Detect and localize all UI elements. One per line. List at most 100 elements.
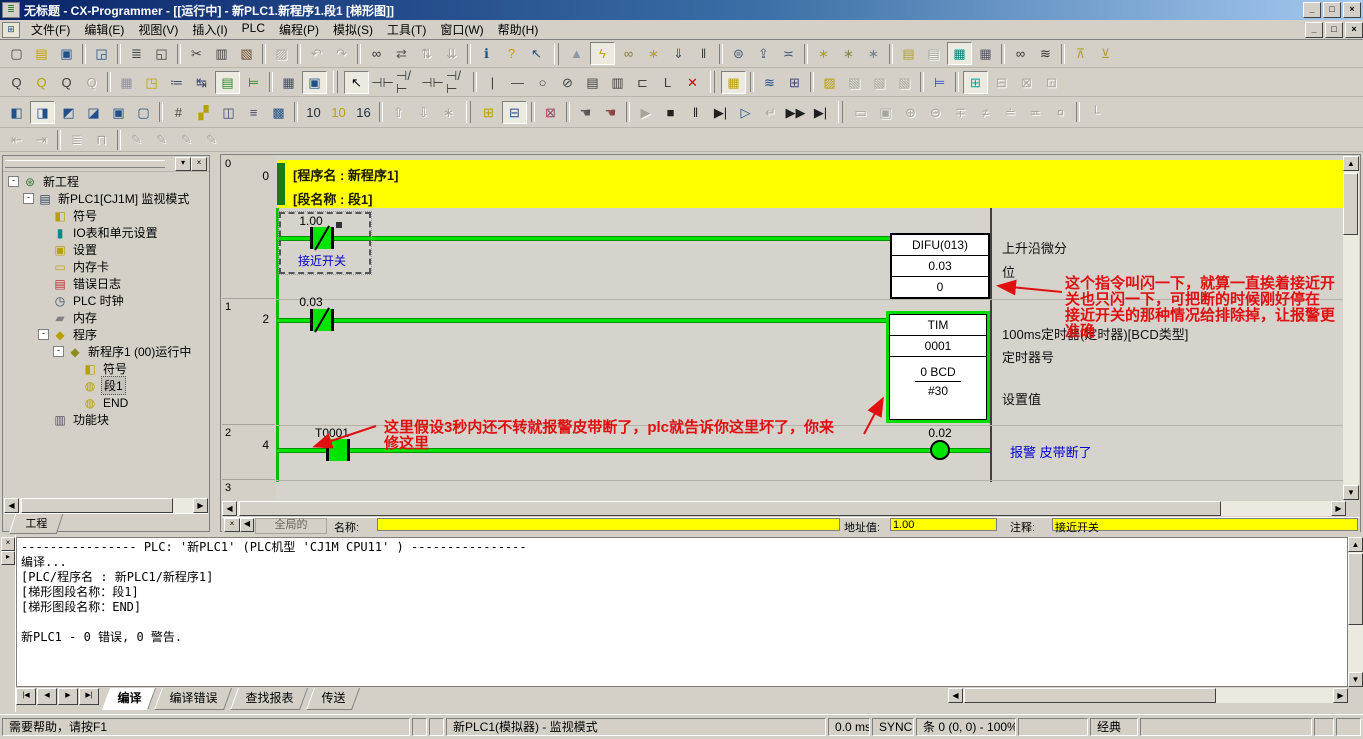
run-to-cursor-button[interactable]: ▷ [734, 102, 757, 123]
new-instruction-button[interactable]: ▤ [581, 72, 604, 93]
new-or-open-contact-button[interactable]: ⊣⊢ [421, 72, 444, 93]
tree-item[interactable]: ▭内存卡 [4, 258, 208, 275]
toggle-io-comment-button[interactable]: ▣ [107, 102, 130, 123]
rung-gutter-cell[interactable]: 1 2 [222, 299, 275, 425]
select-mode-button[interactable]: ↖ [344, 71, 369, 94]
scroll-right-icon[interactable]: ▶ [1333, 688, 1348, 703]
stop-simulation-button[interactable]: ■ [659, 102, 682, 123]
menu-item[interactable]: 编辑(E) [77, 19, 131, 40]
scroll-down-icon[interactable]: ▼ [1348, 672, 1363, 687]
symbol-comment-field[interactable]: 接近开关 [1052, 518, 1358, 531]
step-run-button[interactable]: ▶| [709, 102, 732, 123]
transfer-options-button[interactable]: ⇓ [667, 43, 690, 64]
view-section-list-button[interactable]: ≡ [242, 102, 265, 123]
continuous-step-button[interactable]: ▶▶ [784, 102, 807, 123]
toggle-watch-window-button[interactable]: ◩ [57, 102, 80, 123]
new-vertical-line-button[interactable]: | [481, 72, 504, 93]
tree-expander-icon[interactable]: - [38, 329, 49, 340]
context-help-button[interactable]: ↖ [525, 43, 548, 64]
scan-run-button[interactable]: ▶| [809, 102, 832, 123]
tab-scroll-prev-icon[interactable]: ◀ [37, 688, 57, 705]
transfer-to-plc-button[interactable]: ⇪ [752, 43, 775, 64]
work-online-simulator-button[interactable]: ϟ [590, 42, 615, 65]
rung-gutter-cell[interactable]: 2 4 [222, 425, 275, 480]
menu-item[interactable]: 视图(V) [131, 19, 185, 40]
view-diagram-button[interactable]: # [167, 102, 190, 123]
symbol-name-field[interactable] [377, 518, 840, 531]
compile-all-button[interactable]: ∗ [812, 43, 835, 64]
pv-monitor-button[interactable]: ▦ [947, 42, 972, 65]
toggle-output-window-button[interactable]: ◨ [30, 101, 55, 124]
compare-with-plc-button[interactable]: ≍ [777, 43, 800, 64]
zoom-tool-button[interactable]: Q [5, 72, 28, 93]
zoom-out-button[interactable]: Q [55, 72, 78, 93]
scroll-thumb[interactable] [21, 498, 173, 513]
rung-gutter-cell[interactable]: 3 [222, 480, 275, 500]
tree-expander-icon[interactable]: - [23, 193, 34, 204]
paste-button[interactable]: ▧ [235, 43, 258, 64]
contact-1.00[interactable] [310, 227, 334, 249]
tree-item[interactable]: ◍段1 [4, 377, 208, 394]
mdi-restore-button[interactable]: □ [1325, 22, 1343, 38]
panel-grip[interactable] [5, 160, 165, 168]
ladder-hscrollbar[interactable]: ◀ ▶ [222, 501, 1346, 516]
output-hscrollbar[interactable]: ◀ ▶ [948, 688, 1348, 703]
scroll-right-icon[interactable]: ▶ [193, 498, 208, 513]
scroll-track[interactable] [19, 498, 193, 513]
toggle-address-reference-button[interactable]: ◪ [82, 102, 105, 123]
new-closed-contact-button[interactable]: ⊣/⊢ [396, 72, 419, 93]
copy-button[interactable]: ▥ [210, 43, 233, 64]
print-button[interactable]: ≣ [125, 43, 148, 64]
output-vscrollbar[interactable]: ▲ ▼ [1348, 537, 1363, 687]
output-tab[interactable]: 查找报表 [230, 688, 308, 710]
tree-item[interactable]: ▮IO表和单元设置 [4, 224, 208, 241]
scroll-left-icon[interactable]: ◀ [222, 501, 237, 516]
output-tab[interactable]: 编译错误 [154, 688, 232, 710]
pause-simulation-button[interactable]: ‖ [684, 102, 707, 123]
force-set-button[interactable]: ⊼ [1069, 43, 1092, 64]
menu-item[interactable]: PLC [235, 19, 272, 40]
scroll-left-icon[interactable]: ◀ [948, 688, 963, 703]
tree-item[interactable]: -▤新PLC1[CJ1M] 监视模式 [4, 190, 208, 207]
help-topics-button[interactable]: ? [500, 43, 523, 64]
contact-0.03[interactable] [310, 309, 334, 331]
scroll-track[interactable] [1343, 171, 1359, 485]
mdi-minimize-button[interactable]: _ [1305, 22, 1323, 38]
watch-window-button[interactable]: ⊞ [963, 71, 988, 94]
new-or-closed-contact-button[interactable]: ⊣/⊢ [446, 72, 469, 93]
about-button[interactable]: ℹ [475, 43, 498, 64]
stack-online-edit-button[interactable]: ≋ [758, 72, 781, 93]
scroll-thumb[interactable] [239, 501, 1221, 516]
scroll-track[interactable] [1348, 552, 1363, 672]
tree-item[interactable]: ▣设置 [4, 241, 208, 258]
scroll-down-icon[interactable]: ▼ [1343, 485, 1359, 500]
tree-item[interactable]: ▥功能块 [4, 411, 208, 428]
ladder-canvas[interactable]: [程序名 : 新程序1] [段名称 : 段1] 1.00 接近开关 DIFU(0… [276, 156, 1346, 500]
show-rung-annotations-button[interactable]: ≔ [165, 72, 188, 93]
section-comment-block[interactable]: [程序名 : 新程序1] [段名称 : 段1] [277, 160, 1343, 208]
difu-instruction-block[interactable]: DIFU(013) 0.03 0 [890, 233, 990, 299]
coil-0.02[interactable] [930, 440, 950, 460]
tree-expander-icon[interactable]: - [53, 346, 64, 357]
toggle-project-window-button[interactable]: ◧ [5, 102, 28, 123]
save-button[interactable]: ▣ [55, 43, 78, 64]
cross-reference-button[interactable]: ⊨ [928, 72, 951, 93]
pv-monitor-box-button[interactable]: ▦ [721, 71, 746, 94]
auto-online-button[interactable]: ∞ [617, 43, 640, 64]
find-button[interactable]: ∞ [365, 43, 388, 64]
io-comment-view-button[interactable]: ▣ [302, 71, 327, 94]
open-file-button[interactable]: ▤ [30, 43, 53, 64]
rung-gutter-cell[interactable]: 0 0 [222, 156, 275, 299]
show-comments-button[interactable]: ◳ [140, 72, 163, 93]
pause-with-trigger-button[interactable]: ☚ [599, 102, 622, 123]
menu-item[interactable]: 窗口(W) [433, 19, 490, 40]
output-expand-icon[interactable]: ▸ [1, 551, 15, 565]
symbol-bar-prev-icon[interactable]: ◀ [240, 518, 254, 532]
tab-scroll-next-icon[interactable]: ▶ [58, 688, 78, 705]
menu-item[interactable]: 编程(P) [272, 19, 326, 40]
symbol-address-field[interactable]: 1.00 [890, 518, 997, 531]
pause-monitoring-button[interactable]: ☚ [574, 102, 597, 123]
tree-item[interactable]: -⊛新工程 [4, 173, 208, 190]
plc-monitor-window-button[interactable]: ⊟ [502, 101, 527, 124]
tab-scroll-last-icon[interactable]: ▶| [79, 688, 99, 705]
